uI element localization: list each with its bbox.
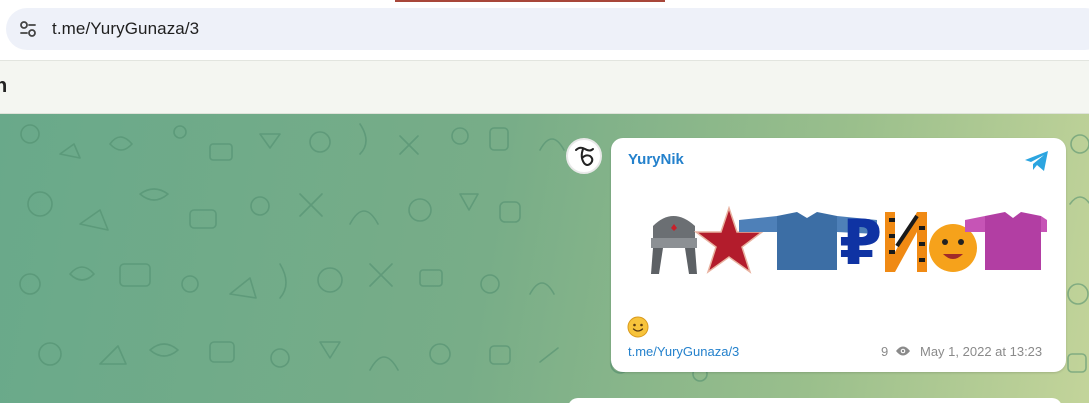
address-bar[interactable]: t.me/YuryGunaza/3 bbox=[6, 8, 1089, 50]
header-title-fragment: n bbox=[0, 75, 8, 97]
site-settings-icon[interactable] bbox=[18, 19, 38, 39]
red-star-icon bbox=[693, 206, 765, 274]
ushanka-hat-icon bbox=[651, 216, 697, 274]
svg-text:₽: ₽ bbox=[839, 206, 882, 278]
active-tab-indicator bbox=[395, 0, 665, 2]
next-post-card bbox=[568, 398, 1062, 418]
telegram-icon[interactable] bbox=[1023, 149, 1051, 173]
sticker-image: ₽ bbox=[651, 206, 1047, 278]
ribbon-letter-i-icon bbox=[885, 212, 927, 272]
browser-toolbar: t.me/YuryGunaza/3 bbox=[0, 0, 1089, 60]
post-author[interactable]: YuryNik bbox=[628, 151, 684, 168]
view-count: 9 bbox=[881, 344, 889, 359]
channel-post: YuryNik ₽ t.me/YuryGunaza/3 9 May 1, 202… bbox=[611, 138, 1066, 372]
pink-shirt-icon bbox=[965, 212, 1047, 270]
ruble-sign-icon: ₽ bbox=[839, 206, 882, 278]
smiling-face-icon bbox=[627, 316, 649, 338]
stylized-letter-logo-icon bbox=[575, 146, 594, 166]
page-header: n bbox=[0, 60, 1089, 114]
address-bar-url[interactable]: t.me/YuryGunaza/3 bbox=[52, 19, 199, 39]
post-date: May 1, 2022 at 13:23 bbox=[920, 344, 1043, 359]
channel-avatar[interactable] bbox=[566, 138, 602, 174]
eye-icon bbox=[896, 346, 910, 356]
post-link[interactable]: t.me/YuryGunaza/3 bbox=[628, 344, 739, 359]
